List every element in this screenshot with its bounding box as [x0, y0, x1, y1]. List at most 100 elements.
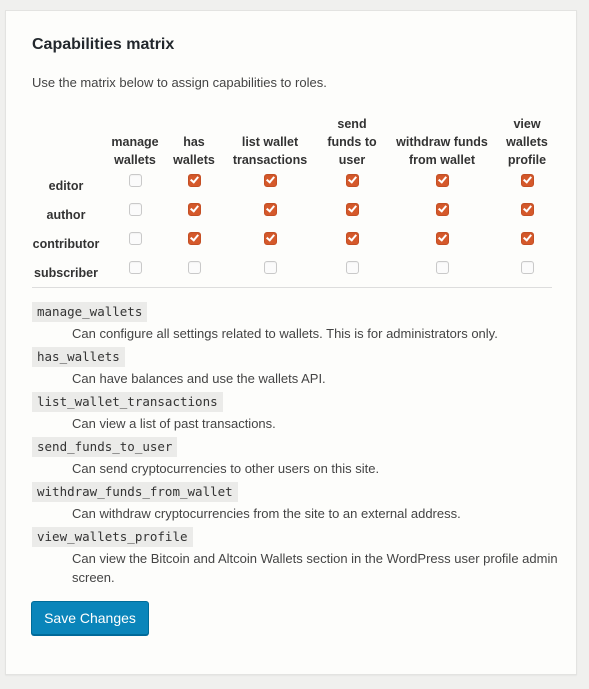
- capability-description: Can have balances and use the wallets AP…: [72, 371, 326, 386]
- checkbox-author-list_wallet_transactions[interactable]: [263, 202, 277, 216]
- capability-item: withdraw_funds_from_wallet Can withdraw c…: [32, 482, 562, 523]
- column-header: withdraw funds from wallet: [388, 115, 496, 171]
- matrix-cell: [224, 229, 316, 258]
- checkbox-contributor-list_wallet_transactions[interactable]: [263, 231, 277, 245]
- column-header-label: list wallet: [241, 135, 299, 149]
- matrix-cell: [388, 258, 496, 287]
- capabilities-panel: Capabilities matrix Use the matrix below…: [5, 10, 577, 675]
- capability-code: manage_wallets: [32, 302, 148, 322]
- capability-item: manage_wallets Can configure all settings…: [32, 302, 562, 343]
- capability-item: list_wallet_transactions Can view a list …: [32, 392, 562, 433]
- save-changes-button[interactable]: Save Changes: [31, 601, 149, 635]
- column-header-label: withdraw funds: [396, 135, 488, 149]
- column-header-label: wallets: [173, 153, 215, 167]
- checkbox-contributor-has_wallets[interactable]: [187, 231, 201, 245]
- column-header-label: wallets: [114, 153, 156, 167]
- checkbox-subscriber-list_wallet_transactions[interactable]: [263, 260, 277, 274]
- capability-code: withdraw_funds_from_wallet: [32, 482, 238, 502]
- column-header-label: wallets: [506, 135, 548, 149]
- matrix-cell: [496, 258, 558, 287]
- column-header: manage wallets: [106, 115, 164, 171]
- matrix-cell: [316, 258, 388, 287]
- capability-description: Can withdraw cryptocurrencies from the s…: [72, 506, 461, 521]
- role-label: author: [46, 207, 86, 222]
- checkbox-author-manage_wallets[interactable]: [128, 202, 142, 216]
- checkbox-editor-list_wallet_transactions[interactable]: [263, 173, 277, 187]
- checkbox-subscriber-withdraw_funds_from_wallet[interactable]: [435, 260, 449, 274]
- matrix-cell: [388, 200, 496, 229]
- matrix-cell: [224, 200, 316, 229]
- column-header-label: profile: [507, 153, 547, 167]
- matrix-cell: [496, 200, 558, 229]
- divider: [32, 287, 552, 288]
- matrix-corner: [26, 115, 106, 171]
- checkbox-editor-withdraw_funds_from_wallet[interactable]: [435, 173, 449, 187]
- capability-item: has_wallets Can have balances and use the…: [32, 347, 562, 388]
- column-header-label: funds to: [327, 135, 377, 149]
- capability-code: send_funds_to_user: [32, 437, 178, 457]
- checkbox-subscriber-view_wallets_profile[interactable]: [520, 260, 534, 274]
- column-header-label: manage: [111, 135, 159, 149]
- capabilities-list: manage_wallets Can configure all settings…: [32, 302, 562, 591]
- column-header-label: has: [183, 135, 205, 149]
- checkbox-subscriber-manage_wallets[interactable]: [128, 260, 142, 274]
- checkbox-contributor-withdraw_funds_from_wallet[interactable]: [435, 231, 449, 245]
- matrix-cell: [164, 171, 224, 200]
- matrix-cell: [316, 171, 388, 200]
- capabilities-matrix: manage wallets has wallets list wallet tran…: [26, 115, 558, 287]
- checkbox-subscriber-has_wallets[interactable]: [187, 260, 201, 274]
- matrix-cell: [164, 258, 224, 287]
- capability-description: Can view a list of past transactions.: [72, 416, 276, 431]
- matrix-header-row: manage wallets has wallets list wallet tran…: [26, 115, 558, 171]
- matrix-cell: [164, 200, 224, 229]
- checkbox-subscriber-send_funds_to_user[interactable]: [345, 260, 359, 274]
- checkbox-editor-has_wallets[interactable]: [187, 173, 201, 187]
- column-header: has wallets: [164, 115, 224, 171]
- column-header-label: send: [337, 117, 367, 131]
- matrix-cell: [164, 229, 224, 258]
- column-header: view wallets profile: [496, 115, 558, 171]
- capability-description: Can configure all settings related to wa…: [72, 326, 498, 341]
- checkbox-author-view_wallets_profile[interactable]: [520, 202, 534, 216]
- capability-description: Can send cryptocurrencies to other users…: [72, 461, 380, 476]
- column-header: send funds to user: [316, 115, 388, 171]
- matrix-cell: [106, 200, 164, 229]
- checkbox-editor-manage_wallets[interactable]: [128, 173, 142, 187]
- checkbox-contributor-view_wallets_profile[interactable]: [520, 231, 534, 245]
- matrix-row-contributor: contributor: [26, 229, 558, 258]
- matrix-cell: [496, 171, 558, 200]
- matrix-cell: [106, 171, 164, 200]
- matrix-cell: [224, 171, 316, 200]
- capability-description: Can view the Bitcoin and Altcoin Wallets…: [72, 551, 558, 585]
- capability-code: view_wallets_profile: [32, 527, 193, 547]
- checkbox-contributor-send_funds_to_user[interactable]: [345, 231, 359, 245]
- checkbox-author-has_wallets[interactable]: [187, 202, 201, 216]
- matrix-cell: [106, 258, 164, 287]
- matrix-cell: [106, 229, 164, 258]
- capability-code: list_wallet_transactions: [32, 392, 223, 412]
- capability-item: view_wallets_profile Can view the Bitcoin…: [32, 527, 562, 587]
- matrix-cell: [388, 171, 496, 200]
- matrix-cell: [496, 229, 558, 258]
- matrix-row-editor: editor: [26, 171, 558, 200]
- matrix-cell: [224, 258, 316, 287]
- role-label: contributor: [32, 236, 100, 251]
- page-title: Capabilities matrix: [32, 36, 175, 53]
- checkbox-contributor-manage_wallets[interactable]: [128, 231, 142, 245]
- capability-item: send_funds_to_user Can send cryptocurrenc…: [32, 437, 562, 478]
- checkbox-editor-send_funds_to_user[interactable]: [345, 173, 359, 187]
- matrix-cell: [388, 229, 496, 258]
- column-header-label: transactions: [232, 153, 308, 167]
- matrix-cell: [316, 200, 388, 229]
- column-header-label: from wallet: [409, 153, 475, 167]
- column-header-label: user: [338, 153, 366, 167]
- intro-text: Use the matrix below to assign capabilit…: [32, 75, 327, 90]
- matrix-row-author: author: [26, 200, 558, 229]
- checkbox-author-withdraw_funds_from_wallet[interactable]: [435, 202, 449, 216]
- checkbox-editor-view_wallets_profile[interactable]: [520, 173, 534, 187]
- role-label: editor: [48, 178, 84, 193]
- capability-code: has_wallets: [32, 347, 125, 367]
- column-header: list wallet transactions: [224, 115, 316, 171]
- column-header-label: view: [513, 117, 541, 131]
- checkbox-author-send_funds_to_user[interactable]: [345, 202, 359, 216]
